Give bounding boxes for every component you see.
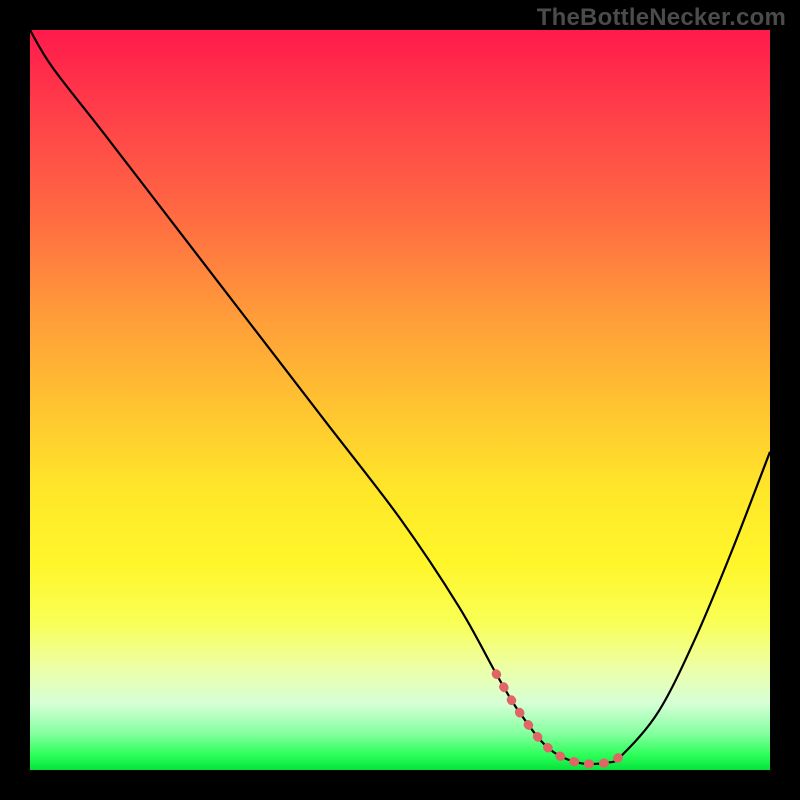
highlight-segment bbox=[496, 674, 622, 764]
curve-layer bbox=[30, 30, 770, 770]
bottleneck-curve bbox=[30, 30, 770, 764]
chart-frame: TheBottleNecker.com bbox=[0, 0, 800, 800]
watermark-text: TheBottleNecker.com bbox=[537, 4, 786, 32]
plot-area bbox=[30, 30, 770, 770]
